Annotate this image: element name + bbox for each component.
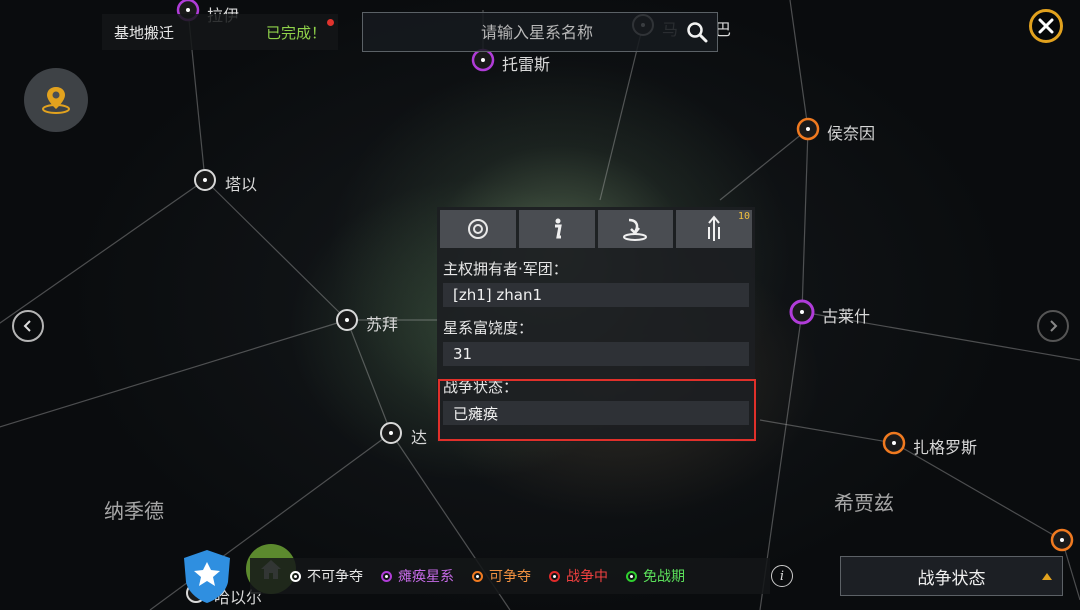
panel-tabs: 10 [437, 207, 755, 248]
legend-info-button[interactable]: i [771, 565, 793, 587]
close-icon [1038, 18, 1054, 34]
richness-label: 星系富饶度： [443, 319, 534, 337]
node-label-tayi: 塔以 [225, 175, 258, 194]
tab-target[interactable] [440, 210, 516, 248]
node-da[interactable] [380, 422, 402, 444]
legend-label: 可争夺 [489, 569, 531, 585]
node-label-hounaiyin: 侯奈因 [827, 124, 876, 143]
relocation-task[interactable]: 基地搬迁 已完成！ [102, 14, 338, 50]
tab-landing[interactable] [597, 210, 674, 248]
alliance-button[interactable] [180, 548, 234, 604]
target-icon [467, 219, 488, 239]
legend-dot [626, 570, 637, 582]
node-zhageluosi[interactable] [882, 431, 906, 455]
task-name: 基地搬迁 [114, 23, 175, 42]
legend-label: 战争中 [566, 569, 608, 585]
tab-info[interactable] [518, 210, 595, 248]
upgrade-icon [708, 215, 721, 241]
shield-icon [184, 550, 230, 603]
galaxy-search [362, 12, 718, 52]
legend-item-paralyzed: 瘫痪星系 [381, 566, 454, 586]
tab-upgrade[interactable]: 10 [676, 210, 752, 248]
node-edge-orange[interactable] [1050, 528, 1074, 552]
region-label-xijiazi: 希贾兹 [834, 491, 894, 515]
landing-icon [623, 218, 648, 241]
legend-item-contestable-no: 不可争夺 [290, 566, 363, 586]
richness-value: 31 [443, 342, 749, 366]
locate-base-button[interactable] [24, 68, 88, 132]
close-button[interactable] [1029, 9, 1063, 43]
legend-label: 不可争夺 [307, 569, 363, 585]
chevron-left-icon [23, 320, 31, 332]
caret-up-icon [1042, 573, 1052, 580]
war-status-button-label: 战争状态 [917, 568, 986, 589]
node-label-zhageluosi: 扎格罗斯 [913, 438, 978, 457]
task-status: 已完成！ [265, 23, 326, 42]
scroll-left-button[interactable] [12, 310, 44, 342]
owner-value: [zh1] zhan1 [443, 283, 749, 307]
upgrade-badge: 10 [737, 211, 750, 222]
node-label-tuoleisi: 托雷斯 [502, 55, 551, 74]
info-icon [554, 218, 562, 239]
node-tuoleisi[interactable] [471, 48, 495, 72]
war-status-dropdown[interactable]: 战争状态 [840, 556, 1063, 596]
legend-label: 瘫痪星系 [398, 569, 454, 585]
region-label-najide: 纳季德 [104, 499, 164, 523]
legend-item-truce: 免战期 [626, 566, 685, 586]
chevron-right-icon [1050, 320, 1058, 332]
legend-dot [381, 570, 392, 582]
status-legend: 不可争夺 瘫痪星系 可争夺 战争中 免战期 [250, 558, 770, 594]
info-icon: i [779, 568, 785, 584]
owner-label: 主权拥有者·军团： [443, 260, 568, 278]
node-label-da: 达 [411, 428, 428, 447]
search-input[interactable] [363, 21, 677, 43]
legend-dot [549, 570, 560, 582]
legend-dot [290, 570, 301, 582]
location-pin-icon [42, 87, 70, 114]
node-tayi[interactable] [194, 169, 216, 191]
node-label-subai: 苏拜 [366, 315, 399, 334]
legend-dot [472, 570, 483, 582]
node-gulaishi[interactable] [789, 299, 815, 325]
search-icon[interactable] [677, 13, 717, 51]
legend-label: 免战期 [643, 569, 685, 585]
notification-dot [327, 19, 334, 26]
legend-item-contestable: 可争夺 [472, 566, 531, 586]
node-label-gulaishi: 古莱什 [822, 307, 871, 326]
scroll-right-button[interactable] [1037, 310, 1069, 342]
war-status-highlight [438, 379, 756, 441]
node-subai[interactable] [336, 309, 358, 331]
legend-item-at-war: 战争中 [549, 566, 608, 586]
node-hounaiyin[interactable] [796, 117, 820, 141]
